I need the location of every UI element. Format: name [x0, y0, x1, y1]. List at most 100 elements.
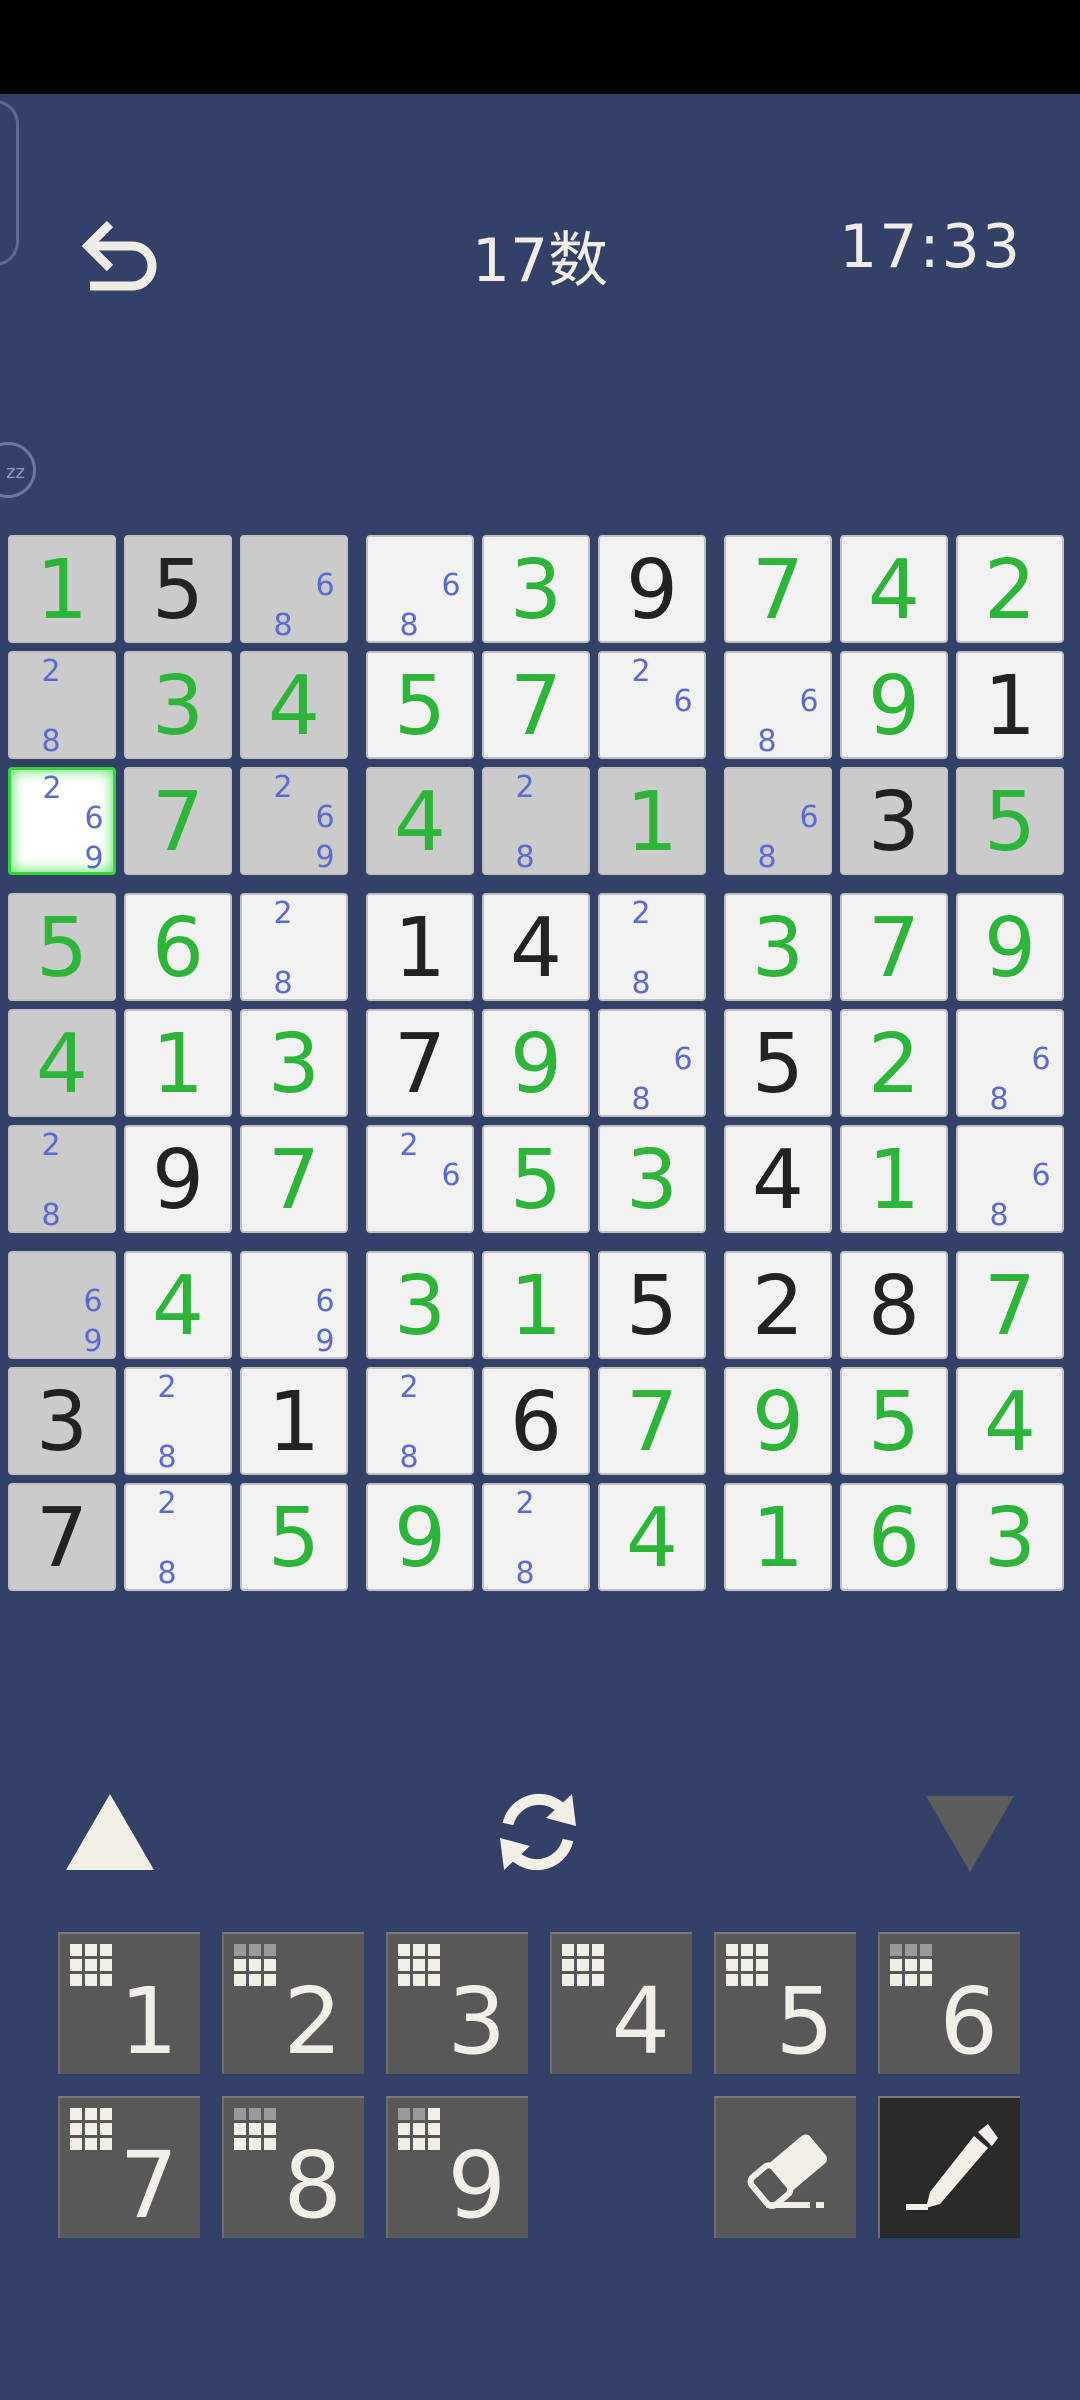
- board-cell-r5c1[interactable]: 4: [8, 1009, 116, 1117]
- digit-key-1[interactable]: 1: [58, 1932, 200, 2074]
- board-cell-r3c4[interactable]: 4: [366, 767, 474, 875]
- board-cell-r8c1[interactable]: 3: [8, 1367, 116, 1475]
- board-cell-r5c8[interactable]: 2: [840, 1009, 948, 1117]
- board-cell-r2c5[interactable]: 7: [482, 651, 590, 759]
- board-cell-r7c2[interactable]: 4: [124, 1251, 232, 1359]
- digit-key-7[interactable]: 7: [58, 2096, 200, 2238]
- board-cell-r9c9[interactable]: 3: [956, 1483, 1064, 1591]
- digit-key-2[interactable]: 2: [222, 1932, 364, 2074]
- board-cell-r4c9[interactable]: 9: [956, 893, 1064, 1001]
- entered-digit: 2: [983, 543, 1037, 638]
- board-cell-r8c8[interactable]: 5: [840, 1367, 948, 1475]
- board-cell-r6c9[interactable]: 68: [956, 1125, 1064, 1233]
- board-cell-r9c5[interactable]: 28: [482, 1483, 590, 1591]
- board-cell-r8c3[interactable]: 1: [240, 1367, 348, 1475]
- board-cell-r3c7[interactable]: 68: [724, 767, 832, 875]
- board-cell-r6c3[interactable]: 7: [240, 1125, 348, 1233]
- refresh-button[interactable]: [486, 1780, 590, 1888]
- board-cell-r8c7[interactable]: 9: [724, 1367, 832, 1475]
- board-cell-r3c1[interactable]: 26 9: [8, 767, 116, 875]
- digit-key-8[interactable]: 8: [222, 2096, 364, 2238]
- entered-digit: 7: [751, 543, 805, 638]
- board-cell-r3c2[interactable]: 7: [124, 767, 232, 875]
- board-cell-r9c1[interactable]: 7: [8, 1483, 116, 1591]
- board-cell-r8c9[interactable]: 4: [956, 1367, 1064, 1475]
- board-cell-r4c7[interactable]: 3: [724, 893, 832, 1001]
- pencil-notes-button[interactable]: [878, 2096, 1020, 2238]
- board-cell-r2c2[interactable]: 3: [124, 651, 232, 759]
- board-cell-r3c5[interactable]: 28: [482, 767, 590, 875]
- board-cell-r7c6[interactable]: 5: [598, 1251, 706, 1359]
- board-cell-r8c5[interactable]: 6: [482, 1367, 590, 1475]
- board-cell-r7c7[interactable]: 2: [724, 1251, 832, 1359]
- board-cell-r1c2[interactable]: 5: [124, 535, 232, 643]
- board-cell-r5c2[interactable]: 1: [124, 1009, 232, 1117]
- board-cell-r2c6[interactable]: 26: [598, 651, 706, 759]
- board-cell-r8c6[interactable]: 7: [598, 1367, 706, 1475]
- board-cell-r2c3[interactable]: 4: [240, 651, 348, 759]
- board-cell-r7c8[interactable]: 8: [840, 1251, 948, 1359]
- board-cell-r1c3[interactable]: 68: [240, 535, 348, 643]
- board-cell-r8c4[interactable]: 28: [366, 1367, 474, 1475]
- board-cell-r2c4[interactable]: 5: [366, 651, 474, 759]
- board-cell-r1c4[interactable]: 68: [366, 535, 474, 643]
- board-cell-r7c1[interactable]: 69: [8, 1251, 116, 1359]
- board-cell-r6c6[interactable]: 3: [598, 1125, 706, 1233]
- board-cell-r2c9[interactable]: 1: [956, 651, 1064, 759]
- board-cell-r8c2[interactable]: 28: [124, 1367, 232, 1475]
- board-cell-r4c2[interactable]: 6: [124, 893, 232, 1001]
- board-cell-r7c4[interactable]: 3: [366, 1251, 474, 1359]
- board-cell-r6c5[interactable]: 5: [482, 1125, 590, 1233]
- digit-key-5[interactable]: 5: [714, 1932, 856, 2074]
- board-cell-r5c3[interactable]: 3: [240, 1009, 348, 1117]
- board-cell-r6c1[interactable]: 28: [8, 1125, 116, 1233]
- board-cell-r4c4[interactable]: 1: [366, 893, 474, 1001]
- board-cell-r3c3[interactable]: 26 9: [240, 767, 348, 875]
- board-cell-r1c8[interactable]: 4: [840, 535, 948, 643]
- board-cell-r9c3[interactable]: 5: [240, 1483, 348, 1591]
- board-cell-r9c7[interactable]: 1: [724, 1483, 832, 1591]
- board-cell-r6c2[interactable]: 9: [124, 1125, 232, 1233]
- board-cell-r1c1[interactable]: 1: [8, 535, 116, 643]
- board-cell-r9c6[interactable]: 4: [598, 1483, 706, 1591]
- board-cell-r5c6[interactable]: 68: [598, 1009, 706, 1117]
- board-cell-r4c1[interactable]: 5: [8, 893, 116, 1001]
- eraser-button[interactable]: [714, 2096, 856, 2238]
- board-cell-r5c7[interactable]: 5: [724, 1009, 832, 1117]
- board-cell-r9c4[interactable]: 9: [366, 1483, 474, 1591]
- digit-key-3[interactable]: 3: [386, 1932, 528, 2074]
- digit-key-6[interactable]: 6: [878, 1932, 1020, 2074]
- digit-key-9[interactable]: 9: [386, 2096, 528, 2238]
- board-cell-r6c8[interactable]: 1: [840, 1125, 948, 1233]
- board-cell-r3c8[interactable]: 3: [840, 767, 948, 875]
- board-cell-r5c9[interactable]: 68: [956, 1009, 1064, 1117]
- board-cell-r7c9[interactable]: 7: [956, 1251, 1064, 1359]
- board-cell-r4c5[interactable]: 4: [482, 893, 590, 1001]
- board-cell-r1c7[interactable]: 7: [724, 535, 832, 643]
- board-cell-r5c4[interactable]: 7: [366, 1009, 474, 1117]
- board-cell-r2c7[interactable]: 68: [724, 651, 832, 759]
- board-cell-r7c3[interactable]: 69: [240, 1251, 348, 1359]
- candidate-note: 2: [631, 896, 651, 931]
- board-cell-r3c9[interactable]: 5: [956, 767, 1064, 875]
- digit-key-4[interactable]: 4: [550, 1932, 692, 2074]
- board-cell-r9c8[interactable]: 6: [840, 1483, 948, 1591]
- board-cell-r6c7[interactable]: 4: [724, 1125, 832, 1233]
- board-cell-r2c1[interactable]: 28: [8, 651, 116, 759]
- board-cell-r9c2[interactable]: 28: [124, 1483, 232, 1591]
- board-cell-r3c6[interactable]: 1: [598, 767, 706, 875]
- board-cell-r1c9[interactable]: 2: [956, 535, 1064, 643]
- move-down-button[interactable]: [922, 1792, 1018, 1882]
- move-up-button[interactable]: [62, 1790, 158, 1880]
- board-cell-r6c4[interactable]: 26: [366, 1125, 474, 1233]
- board-cell-r1c5[interactable]: 3: [482, 535, 590, 643]
- board-cell-r4c8[interactable]: 7: [840, 893, 948, 1001]
- board-cell-r4c3[interactable]: 28: [240, 893, 348, 1001]
- board-cell-r2c8[interactable]: 9: [840, 651, 948, 759]
- board-cell-r7c5[interactable]: 1: [482, 1251, 590, 1359]
- board-cell-r5c5[interactable]: 9: [482, 1009, 590, 1117]
- board-cell-r1c6[interactable]: 9: [598, 535, 706, 643]
- board-cell-r4c6[interactable]: 28: [598, 893, 706, 1001]
- candidate-note: 6: [1031, 1042, 1051, 1077]
- edge-floating-badge[interactable]: zz: [0, 442, 36, 498]
